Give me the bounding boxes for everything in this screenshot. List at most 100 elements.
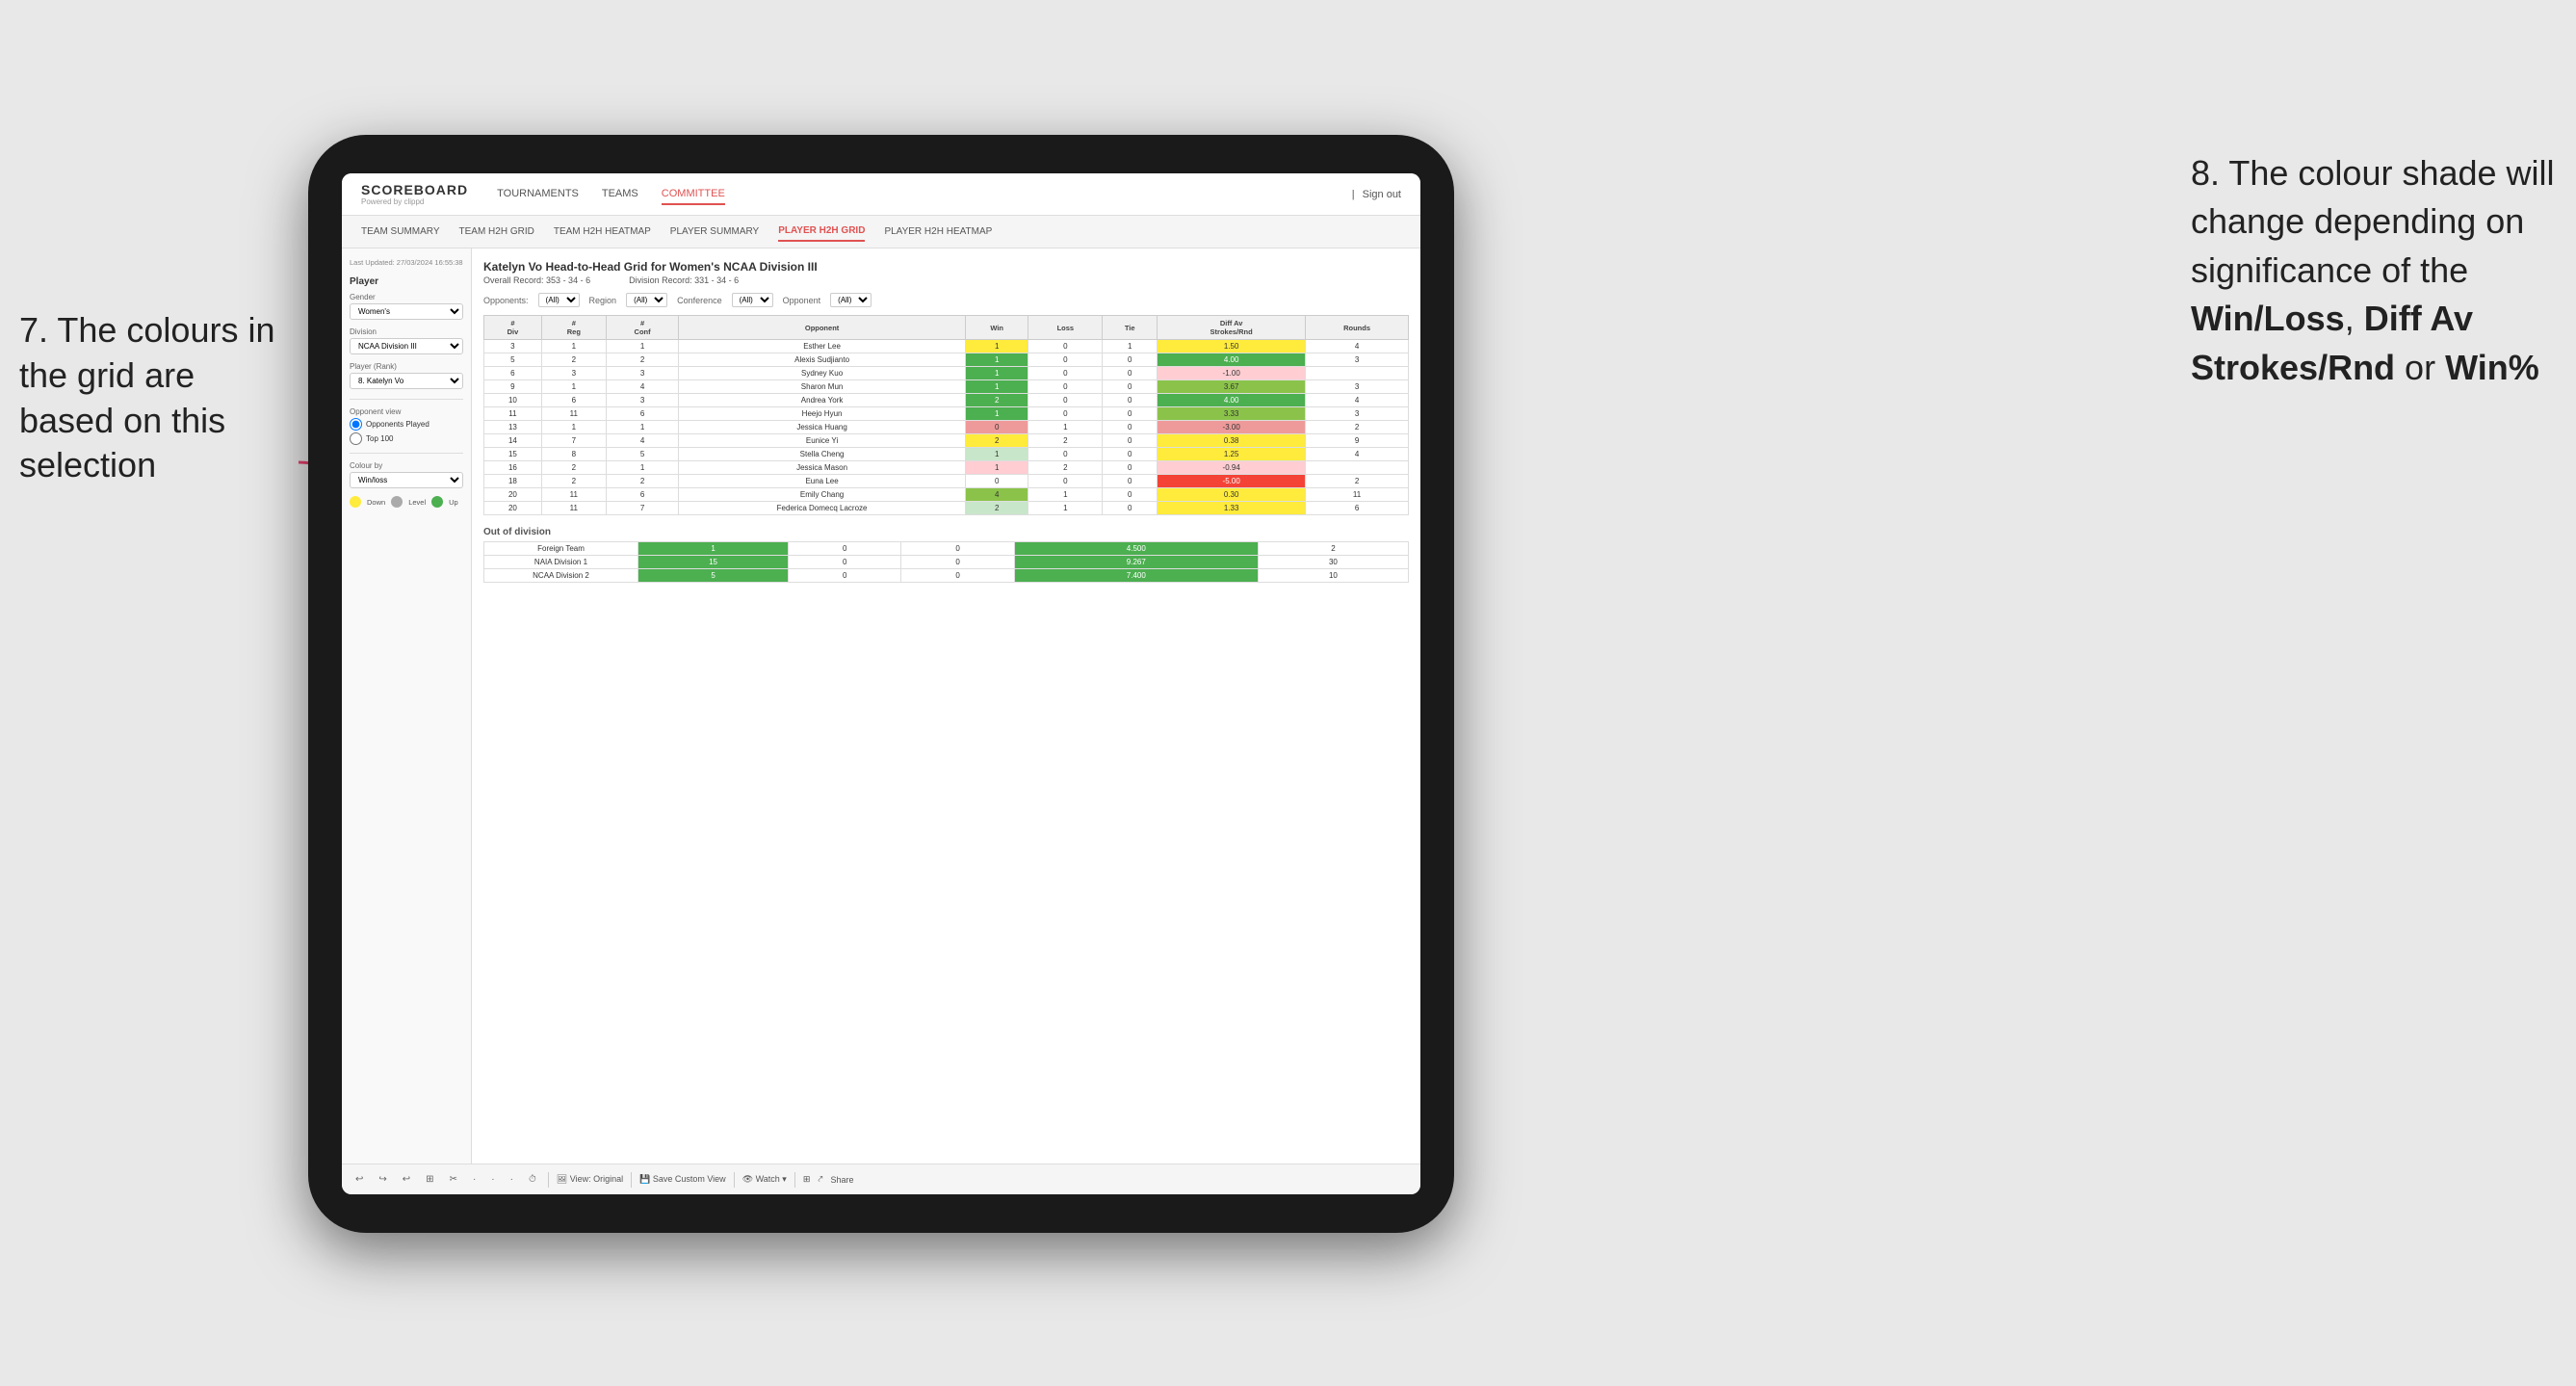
td-tie: 0 [1103,380,1158,394]
table-row: 20 11 6 Emily Chang 4 1 0 0.30 11 [484,488,1409,502]
table-row: 10 6 3 Andrea York 2 0 0 4.00 4 [484,394,1409,407]
td-rounds [1306,367,1409,380]
toolbar-grid[interactable]: ⊞ [422,1172,437,1187]
td-ood-diff: 7.400 [1014,569,1258,583]
td-reg: 11 [541,407,606,421]
td-tie: 0 [1103,434,1158,448]
td-ood-diff: 9.267 [1014,556,1258,569]
gender-select[interactable]: Women's [350,303,463,320]
save-custom-btn[interactable]: 💾 Save Custom View [639,1174,726,1185]
td-ood-win: 15 [638,556,789,569]
watch-btn[interactable]: 👁 Watch ▾ [742,1174,787,1185]
td-opponent: Eunice Yi [679,434,966,448]
td-conf: 3 [606,394,678,407]
player-rank-select[interactable]: 8. Katelyn Vo [350,373,463,389]
td-reg: 11 [541,488,606,502]
toolbar-sep-1 [548,1172,549,1188]
sub-nav-team-summary[interactable]: TEAM SUMMARY [361,222,440,241]
sub-nav-team-h2h-grid[interactable]: TEAM H2H GRID [459,222,534,241]
td-ood-loss: 0 [789,569,901,583]
table-row: 3 1 1 Esther Lee 1 0 1 1.50 4 [484,340,1409,353]
td-conf: 6 [606,407,678,421]
opponent-view-label: Opponent view [350,407,463,416]
td-rounds: 3 [1306,380,1409,394]
td-opponent: Sharon Mun [679,380,966,394]
td-opponent: Heejo Hyun [679,407,966,421]
colour-by-select[interactable]: Win/loss [350,472,463,488]
td-win: 4 [965,488,1028,502]
table-row: 5 2 2 Alexis Sudjianto 1 0 0 4.00 3 [484,353,1409,367]
out-of-division-title: Out of division [483,527,1409,537]
th-win: Win [965,316,1028,340]
td-tie: 1 [1103,340,1158,353]
sub-nav-player-h2h-heatmap[interactable]: PLAYER H2H HEATMAP [884,222,992,241]
toolbar-scissors[interactable]: ✂ [446,1172,461,1187]
tablet-screen: SCOREBOARD Powered by clippd TOURNAMENTS… [342,173,1420,1194]
annotation-left: 7. The colours in the grid are based on … [19,308,289,488]
td-div: 16 [484,461,542,475]
td-loss: 0 [1028,353,1103,367]
overall-record: Overall Record: 353 - 34 - 6 [483,275,590,285]
td-reg: 1 [541,340,606,353]
td-diff: 1.25 [1158,448,1306,461]
td-win: 0 [965,421,1028,434]
td-reg: 8 [541,448,606,461]
sub-nav-team-h2h-heatmap[interactable]: TEAM H2H HEATMAP [554,222,651,241]
radio-top100[interactable]: Top 100 [350,432,463,445]
sub-nav-player-summary[interactable]: PLAYER SUMMARY [670,222,759,241]
toolbar-dot2[interactable]: · [487,1172,498,1187]
td-loss: 0 [1028,367,1103,380]
view-original-btn[interactable]: 🖼 View: Original [557,1174,623,1185]
share-label[interactable]: ⤤ [818,1174,822,1185]
toolbar-sep-3 [734,1172,735,1188]
td-div: 3 [484,340,542,353]
td-tie: 0 [1103,367,1158,380]
toolbar-undo[interactable]: ↩ [351,1172,367,1187]
grid-title: Katelyn Vo Head-to-Head Grid for Women's… [483,260,1409,274]
share-btn[interactable]: ⊞ [803,1174,811,1185]
th-rounds: Rounds [1306,316,1409,340]
td-div: 13 [484,421,542,434]
nav-committee[interactable]: COMMITTEE [662,184,725,205]
td-tie: 0 [1103,394,1158,407]
td-diff: 1.50 [1158,340,1306,353]
td-diff: 3.33 [1158,407,1306,421]
toolbar-dot3[interactable]: · [507,1172,517,1187]
table-row: 15 8 5 Stella Cheng 1 0 0 1.25 4 [484,448,1409,461]
sub-nav-player-h2h-grid[interactable]: PLAYER H2H GRID [778,222,865,242]
toolbar-dot1[interactable]: · [469,1172,480,1187]
radio-opponents-played[interactable]: Opponents Played [350,418,463,431]
opponents-filter-select[interactable]: (All) [538,293,580,307]
division-select[interactable]: NCAA Division III [350,338,463,354]
td-conf: 1 [606,421,678,434]
record-row: Overall Record: 353 - 34 - 6 Division Re… [483,275,1409,285]
sign-out-link[interactable]: Sign out [1363,185,1401,204]
td-loss: 0 [1028,475,1103,488]
table-row: 20 11 7 Federica Domecq Lacroze 2 1 0 1.… [484,502,1409,515]
conference-filter-select[interactable]: (All) [732,293,773,307]
td-loss: 0 [1028,448,1103,461]
nav-teams[interactable]: TEAMS [602,184,638,205]
conference-filter-label: Conference [677,296,722,305]
share-text[interactable]: Share [830,1175,853,1185]
table-row: 9 1 4 Sharon Mun 1 0 0 3.67 3 [484,380,1409,394]
opponent-filter-select[interactable]: (All) [830,293,872,307]
region-filter-select[interactable]: (All) [626,293,667,307]
sub-nav: TEAM SUMMARY TEAM H2H GRID TEAM H2H HEAT… [342,216,1420,248]
td-ood-loss: 0 [789,542,901,556]
toolbar-redo-back[interactable]: ↪ [375,1172,390,1187]
td-rounds: 2 [1306,475,1409,488]
toolbar-redo[interactable]: ↩ [399,1172,414,1187]
toolbar-sep-4 [794,1172,795,1188]
td-diff: -0.94 [1158,461,1306,475]
logo-subtitle: Powered by clippd [361,197,468,206]
nav-tournaments[interactable]: TOURNAMENTS [497,184,579,205]
th-diff: Diff AvStrokes/Rnd [1158,316,1306,340]
td-tie: 0 [1103,461,1158,475]
td-rounds: 3 [1306,353,1409,367]
td-diff: -1.00 [1158,367,1306,380]
td-diff: 3.67 [1158,380,1306,394]
td-div: 20 [484,488,542,502]
td-rounds [1306,461,1409,475]
toolbar-clock[interactable]: ⏱ [525,1172,540,1187]
